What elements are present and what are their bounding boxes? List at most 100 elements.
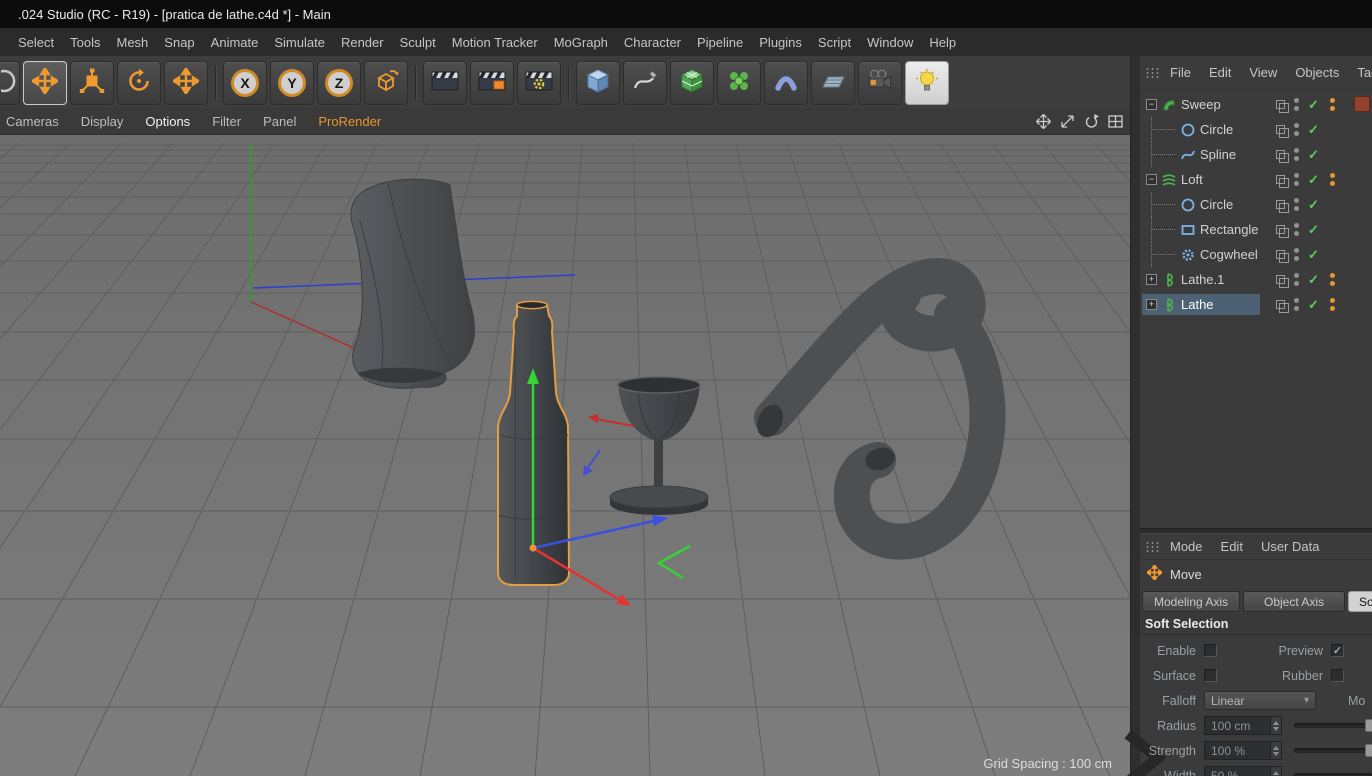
viewport-menu-prorender[interactable]: ProRender: [307, 114, 392, 129]
tree-row-cogwheel[interactable]: Cogwheel: [1140, 242, 1372, 267]
am-menu-user-data[interactable]: User Data: [1252, 539, 1329, 554]
layer-icon[interactable]: [1276, 225, 1289, 238]
tree-row-lathe-selected[interactable]: Lathe: [1140, 292, 1372, 317]
goblet-object[interactable]: [609, 376, 709, 515]
expand-toggle[interactable]: [1146, 274, 1157, 285]
layer-icon[interactable]: [1276, 150, 1289, 163]
visibility-dots[interactable]: [1294, 198, 1299, 211]
primitive-cube-button[interactable]: [576, 60, 620, 105]
viewport-menu-options[interactable]: Options: [134, 114, 201, 129]
move-tool-button[interactable]: [23, 60, 67, 105]
tag-dots-icon[interactable]: [1330, 298, 1335, 311]
tab-soft-selection[interactable]: Soft Selection: [1348, 591, 1372, 612]
object-name[interactable]: Spline: [1200, 147, 1236, 162]
strength-field[interactable]: 100 %: [1204, 741, 1282, 760]
scale-tool-button[interactable]: [70, 60, 114, 105]
visibility-dots[interactable]: [1294, 223, 1299, 236]
object-name[interactable]: Cogwheel: [1200, 247, 1258, 262]
twisted-column-object[interactable]: [350, 178, 475, 389]
layer-icon[interactable]: [1276, 300, 1289, 313]
preview-checkbox[interactable]: [1331, 644, 1344, 657]
tag-dots-icon[interactable]: [1330, 98, 1335, 111]
rotate-view-icon[interactable]: [1083, 113, 1100, 130]
enabled-check-icon[interactable]: [1307, 297, 1320, 313]
render-settings-button[interactable]: [517, 60, 561, 105]
section-header[interactable]: Soft Selection: [1140, 614, 1372, 635]
viewport-menu-cameras[interactable]: Cameras: [0, 114, 70, 129]
z-axis-lock-button[interactable]: Z: [317, 60, 361, 105]
menu-item-tools[interactable]: Tools: [62, 35, 108, 50]
width-field[interactable]: 50 %: [1204, 766, 1282, 776]
undo-button[interactable]: [0, 60, 20, 105]
tree-row-circle[interactable]: Circle: [1140, 117, 1372, 142]
object-name[interactable]: Circle: [1200, 197, 1233, 212]
tab-modeling-axis[interactable]: Modeling Axis: [1142, 591, 1240, 612]
menu-item-select[interactable]: Select: [10, 35, 62, 50]
viewport-3d[interactable]: Grid Spacing : 100 cm: [0, 135, 1130, 776]
menu-item-sculpt[interactable]: Sculpt: [392, 35, 444, 50]
toggle-views-icon[interactable]: [1107, 113, 1124, 130]
tag-dots-icon[interactable]: [1330, 273, 1335, 286]
visibility-dots[interactable]: [1294, 98, 1299, 111]
object-name[interactable]: Lathe: [1181, 297, 1214, 312]
object-name[interactable]: Loft: [1181, 172, 1203, 187]
tree-row-lathe1[interactable]: Lathe.1: [1140, 267, 1372, 292]
subdivision-surface-button[interactable]: [670, 60, 714, 105]
layer-icon[interactable]: [1276, 275, 1289, 288]
om-menu-file[interactable]: File: [1161, 65, 1200, 80]
viewport-menu-filter[interactable]: Filter: [201, 114, 252, 129]
om-menu-tags[interactable]: Tags: [1348, 65, 1372, 80]
menu-item-character[interactable]: Character: [616, 35, 689, 50]
om-menu-edit[interactable]: Edit: [1200, 65, 1240, 80]
deformer-button[interactable]: [764, 60, 808, 105]
stepper-arrows[interactable]: [1270, 767, 1281, 776]
rotate-tool-button[interactable]: [117, 60, 161, 105]
menu-item-render[interactable]: Render: [333, 35, 392, 50]
layer-icon[interactable]: [1276, 125, 1289, 138]
slider-handle[interactable]: [1365, 719, 1372, 732]
surface-checkbox[interactable]: [1204, 669, 1217, 682]
enabled-check-icon[interactable]: [1307, 247, 1320, 263]
radius-slider[interactable]: [1294, 719, 1372, 732]
panel-grip-icon[interactable]: [1144, 540, 1159, 553]
y-axis-lock-button[interactable]: Y: [270, 60, 314, 105]
menu-item-plugins[interactable]: Plugins: [751, 35, 810, 50]
tab-object-axis[interactable]: Object Axis: [1243, 591, 1345, 612]
visibility-dots[interactable]: [1294, 298, 1299, 311]
visibility-dots[interactable]: [1294, 273, 1299, 286]
radius-field[interactable]: 100 cm: [1204, 716, 1282, 735]
menu-item-snap[interactable]: Snap: [156, 35, 202, 50]
object-name[interactable]: Rectangle: [1200, 222, 1259, 237]
menu-item-animate[interactable]: Animate: [203, 35, 267, 50]
panel-splitter[interactable]: [1130, 56, 1140, 776]
tag-icon[interactable]: [1354, 96, 1370, 112]
layer-icon[interactable]: [1276, 250, 1289, 263]
tree-row-spline[interactable]: Spline: [1140, 142, 1372, 167]
menu-item-script[interactable]: Script: [810, 35, 859, 50]
am-menu-mode[interactable]: Mode: [1161, 539, 1212, 554]
expand-toggle[interactable]: [1146, 99, 1157, 110]
visibility-dots[interactable]: [1294, 148, 1299, 161]
render-to-picture-viewer-button[interactable]: [470, 60, 514, 105]
coordinate-system-button[interactable]: [364, 60, 408, 105]
expand-toggle[interactable]: [1146, 174, 1157, 185]
falloff-dropdown[interactable]: Linear: [1204, 691, 1316, 710]
stepper-arrows[interactable]: [1270, 717, 1281, 734]
enabled-check-icon[interactable]: [1307, 122, 1320, 138]
enabled-check-icon[interactable]: [1307, 222, 1320, 238]
layer-icon[interactable]: [1276, 175, 1289, 188]
menu-item-window[interactable]: Window: [859, 35, 921, 50]
enabled-check-icon[interactable]: [1307, 147, 1320, 163]
viewport-canvas[interactable]: [0, 135, 1130, 776]
tree-row-loft[interactable]: Loft: [1140, 167, 1372, 192]
viewport-menu-display[interactable]: Display: [70, 114, 135, 129]
om-menu-view[interactable]: View: [1240, 65, 1286, 80]
menu-item-mograph[interactable]: MoGraph: [546, 35, 616, 50]
am-menu-edit[interactable]: Edit: [1212, 539, 1252, 554]
enabled-check-icon[interactable]: [1307, 172, 1320, 188]
rubber-checkbox[interactable]: [1331, 669, 1344, 682]
visibility-dots[interactable]: [1294, 173, 1299, 186]
zoom-view-icon[interactable]: [1059, 113, 1076, 130]
slider-handle[interactable]: [1365, 744, 1372, 757]
enabled-check-icon[interactable]: [1307, 197, 1320, 213]
